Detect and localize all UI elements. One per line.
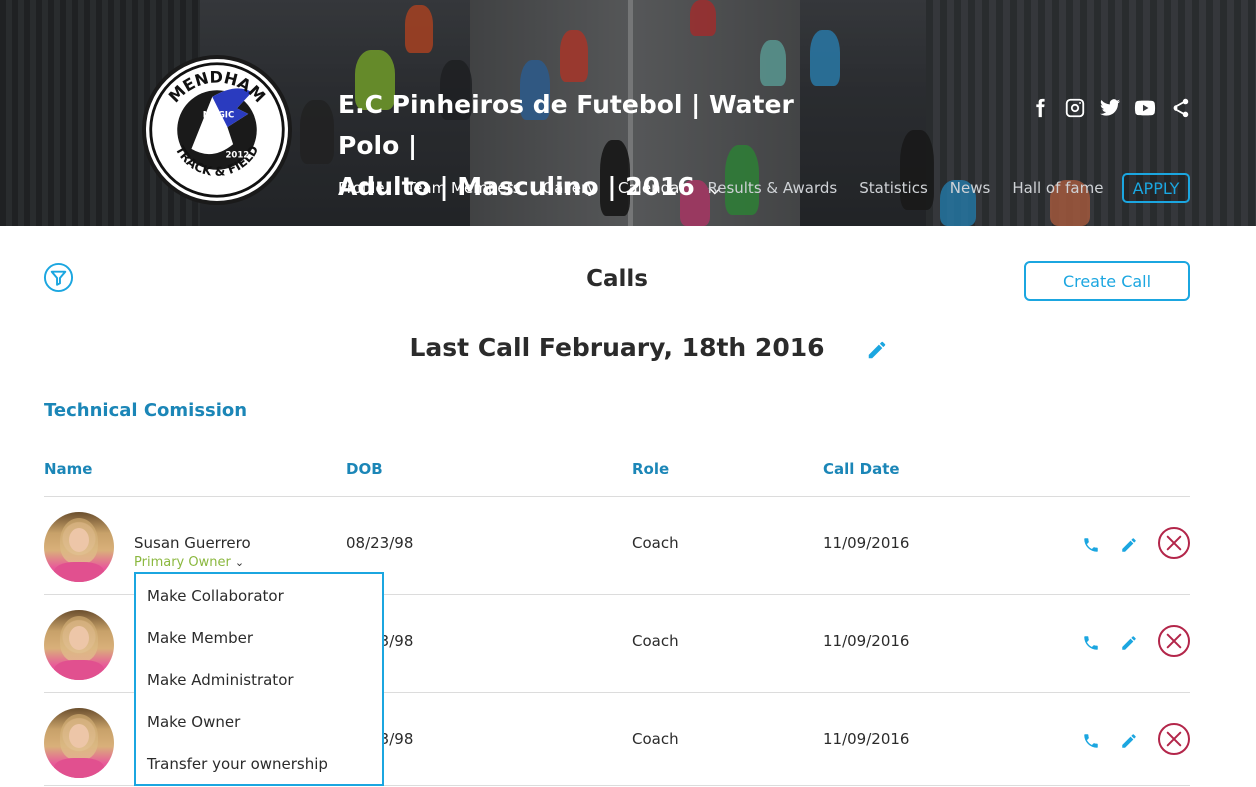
nav-results-awards[interactable]: Results & Awards <box>707 179 837 197</box>
menu-item-make-administrator[interactable]: Make Administrator <box>136 666 382 708</box>
edit-icon[interactable] <box>1120 634 1138 652</box>
nav-team-members[interactable]: Team Members <box>407 179 521 197</box>
share-icon[interactable] <box>1168 96 1191 119</box>
nav-calendar[interactable]: Calendar <box>618 179 685 197</box>
avatar[interactable] <box>44 708 114 778</box>
member-role: Coach <box>632 730 679 748</box>
member-role: Coach <box>632 534 679 552</box>
column-header-role[interactable]: Role <box>632 460 669 478</box>
youtube-icon[interactable] <box>1133 96 1156 119</box>
delete-button[interactable] <box>1158 527 1190 559</box>
menu-item-transfer-ownership[interactable]: Transfer your ownership <box>136 750 382 787</box>
close-icon <box>1166 731 1182 747</box>
team-nav: Profile Team Members Gallery Calendar Re… <box>338 176 1125 200</box>
member-call-date: 11/09/2016 <box>823 730 910 748</box>
edit-icon[interactable] <box>1120 536 1138 554</box>
chevron-down-icon: ⌄ <box>234 556 245 569</box>
phone-icon[interactable] <box>1082 536 1100 554</box>
facebook-icon[interactable] <box>1028 96 1051 119</box>
member-role: Coach <box>632 632 679 650</box>
last-call-title: Last Call February, 18th 2016 <box>409 333 825 362</box>
menu-item-make-member[interactable]: Make Member <box>136 624 382 666</box>
menu-item-make-owner[interactable]: Make Owner <box>136 708 382 750</box>
delete-button[interactable] <box>1158 723 1190 755</box>
nav-news[interactable]: News <box>950 179 991 197</box>
close-icon <box>1166 633 1182 649</box>
team-logo[interactable]: MENDHAM TRACK & FIELD MAGIC 2012 <box>142 55 292 205</box>
column-header-dob[interactable]: DOB <box>346 460 383 478</box>
team-title-line1: E.C Pinheiros de Futebol | Water Polo | <box>338 90 794 160</box>
create-call-button[interactable]: Create Call <box>1024 261 1190 301</box>
member-name[interactable]: Susan Guerrero <box>134 534 251 552</box>
edit-pencil-icon[interactable] <box>866 339 888 361</box>
menu-item-make-collaborator[interactable]: Make Collaborator <box>136 582 382 624</box>
member-call-date: 11/09/2016 <box>823 534 910 552</box>
twitter-icon[interactable] <box>1098 96 1121 119</box>
nav-hall-of-fame[interactable]: Hall of fame <box>1012 179 1103 197</box>
header-banner: MENDHAM TRACK & FIELD MAGIC 2012 E.C Pin… <box>0 0 1256 226</box>
column-header-call-date[interactable]: Call Date <box>823 460 900 478</box>
nav-profile[interactable]: Profile <box>338 179 385 197</box>
member-dob: 08/23/98 <box>346 534 414 552</box>
avatar[interactable] <box>44 512 114 582</box>
nav-statistics[interactable]: Statistics <box>859 179 928 197</box>
team-logo-graphic: MENDHAM TRACK & FIELD MAGIC 2012 <box>149 62 285 198</box>
apply-button[interactable]: APPLY <box>1122 173 1190 203</box>
role-dropdown-menu: Make Collaborator Make Member Make Admin… <box>134 572 384 786</box>
member-call-date: 11/09/2016 <box>823 632 910 650</box>
member-role-label: Primary Owner <box>134 555 231 570</box>
section-title: Technical Comission <box>44 400 248 421</box>
logo-text-mid: MAGIC <box>203 111 234 121</box>
avatar[interactable] <box>44 610 114 680</box>
phone-icon[interactable] <box>1082 634 1100 652</box>
edit-icon[interactable] <box>1120 732 1138 750</box>
close-icon <box>1166 535 1182 551</box>
column-header-name[interactable]: Name <box>44 460 92 478</box>
instagram-icon[interactable] <box>1063 96 1086 119</box>
phone-icon[interactable] <box>1082 732 1100 750</box>
member-role-selector[interactable]: Primary Owner ⌄ <box>134 555 244 570</box>
delete-button[interactable] <box>1158 625 1190 657</box>
social-links <box>1028 96 1191 119</box>
logo-text-year: 2012 <box>226 150 250 160</box>
nav-gallery[interactable]: Gallery <box>543 179 596 197</box>
